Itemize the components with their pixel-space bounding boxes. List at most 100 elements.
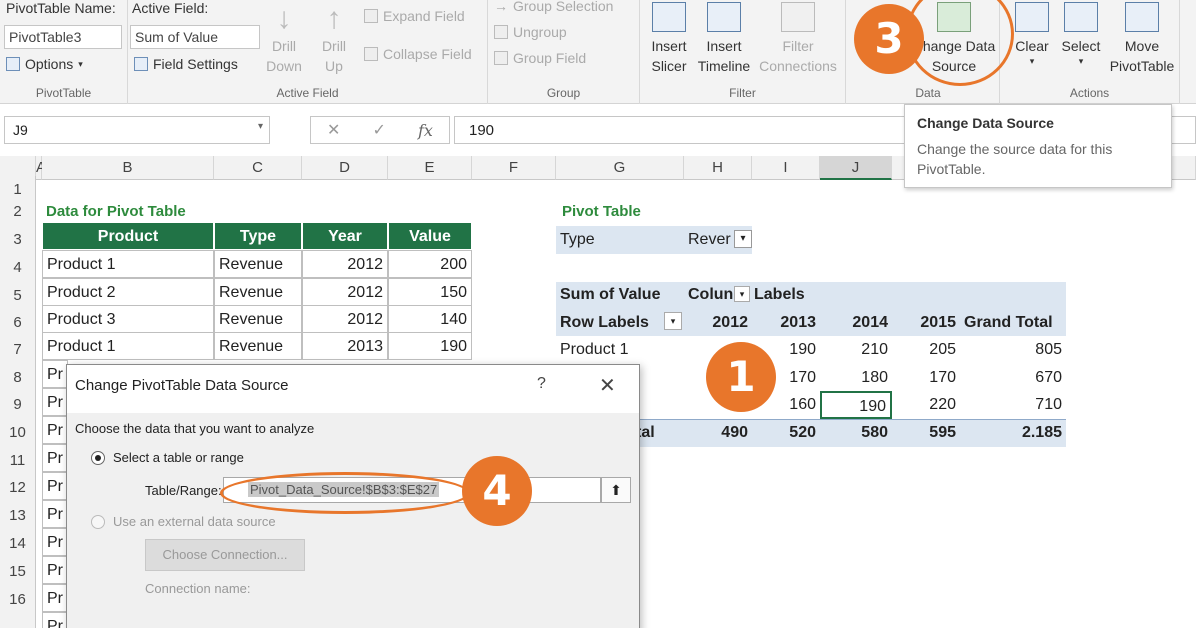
pivot-row-label[interactable]: Product 1	[556, 336, 684, 364]
row-header[interactable]: 7	[0, 336, 36, 364]
column-labels-dropdown-icon[interactable]: ▾	[734, 286, 750, 302]
table-cell[interactable]: Pr	[42, 388, 68, 416]
pivot-year-header[interactable]: 2014	[820, 309, 892, 337]
row-header[interactable]: 3	[0, 226, 36, 254]
table-cell[interactable]: 2012	[302, 250, 388, 278]
header-value[interactable]: Value	[388, 222, 472, 250]
column-header-j[interactable]: J	[820, 156, 892, 180]
table-cell[interactable]: Pr	[42, 612, 68, 628]
ungroup-button[interactable]: Ungroup	[494, 24, 567, 40]
pivot-cell[interactable]: 670	[960, 364, 1066, 392]
close-icon[interactable]: ✕	[599, 373, 616, 398]
column-header-h[interactable]: H	[684, 156, 752, 180]
table-cell[interactable]: 2012	[302, 278, 388, 306]
header-product[interactable]: Product	[42, 222, 214, 250]
table-cell[interactable]: 2013	[302, 332, 388, 360]
group-selection-button[interactable]: → Group Selection	[494, 0, 613, 14]
pivot-sum-label[interactable]: Sum of Value	[556, 281, 684, 309]
row-header[interactable]: 12	[0, 474, 36, 502]
pivot-cell-selected[interactable]: 190	[820, 391, 892, 419]
table-cell[interactable]: Pr	[42, 416, 68, 444]
pivot-cell[interactable]: 205	[892, 336, 960, 364]
pivot-cell[interactable]: 805	[960, 336, 1066, 364]
group-field-button[interactable]: Group Field	[494, 50, 586, 66]
column-header-e[interactable]: E	[388, 156, 472, 180]
table-cell[interactable]: 190	[388, 332, 472, 360]
table-cell[interactable]: Revenue	[214, 305, 302, 333]
table-cell[interactable]: 140	[388, 305, 472, 333]
row-labels-dropdown-icon[interactable]: ▾	[664, 312, 682, 330]
column-header-i[interactable]: I	[752, 156, 820, 180]
move-pivottable-button[interactable]: Move PivotTable	[1106, 0, 1178, 76]
table-cell[interactable]: Product 1	[42, 250, 214, 278]
table-cell[interactable]: 2012	[302, 305, 388, 333]
pivot-cell[interactable]: 220	[892, 391, 960, 419]
column-header-b[interactable]: B	[42, 156, 214, 180]
table-cell[interactable]: Pr	[42, 444, 68, 472]
row-header[interactable]: 9	[0, 391, 36, 419]
pivot-total-cell[interactable]: 595	[892, 419, 960, 447]
pivot-total-cell[interactable]: 490	[684, 419, 752, 447]
pivot-row-labels[interactable]: Row Labels	[556, 309, 656, 337]
radio-table-range-label[interactable]: Select a table or range	[113, 450, 244, 465]
column-header-c[interactable]: C	[214, 156, 302, 180]
filter-dropdown-icon[interactable]: ▾	[734, 230, 752, 248]
drill-down-button[interactable]: ↓ Drill Down	[262, 2, 306, 76]
pivot-filter-label[interactable]: Type	[556, 226, 684, 254]
pivot-column-labels-b[interactable]: Labels	[750, 281, 820, 309]
pivot-cell[interactable]: 210	[820, 336, 892, 364]
active-field-input[interactable]: Sum of Value	[130, 25, 260, 49]
select-button[interactable]: Select ▾	[1058, 0, 1104, 66]
table-cell[interactable]: Pr	[42, 584, 68, 612]
options-button[interactable]: Options ▾	[6, 56, 83, 72]
row-header[interactable]: 5	[0, 282, 36, 310]
filter-connections-button[interactable]: Filter Connections	[752, 0, 844, 76]
drill-up-button[interactable]: ↑ Drill Up	[312, 2, 356, 76]
expand-field-button[interactable]: Expand Field	[364, 8, 465, 24]
pivot-cell[interactable]: 180	[820, 364, 892, 392]
table-cell[interactable]: Pr	[42, 556, 68, 584]
pivot-total-cell[interactable]: 2.185	[960, 419, 1066, 447]
pivot-year-header[interactable]: 2013	[752, 309, 820, 337]
table-cell[interactable]: Revenue	[214, 278, 302, 306]
row-header[interactable]: 2	[0, 198, 36, 226]
insert-slicer-button[interactable]: Insert Slicer	[644, 0, 694, 76]
table-cell[interactable]: 150	[388, 278, 472, 306]
insert-timeline-button[interactable]: Insert Timeline	[696, 0, 752, 76]
table-cell[interactable]: Product 2	[42, 278, 214, 306]
collapse-field-button[interactable]: Collapse Field	[364, 46, 472, 62]
table-cell[interactable]: Revenue	[214, 332, 302, 360]
table-cell[interactable]: Product 1	[42, 332, 214, 360]
radio-external-source-label[interactable]: Use an external data source	[113, 514, 276, 529]
row-header[interactable]: 14	[0, 530, 36, 558]
pivot-column-labels-a[interactable]: Colun	[684, 281, 734, 309]
row-header[interactable]: 11	[0, 447, 36, 475]
help-icon[interactable]: ?	[537, 375, 546, 393]
row-header[interactable]: 16	[0, 586, 36, 628]
header-year[interactable]: Year	[302, 222, 388, 250]
radio-external-source[interactable]	[91, 515, 105, 529]
field-settings-button[interactable]: Field Settings	[134, 56, 238, 72]
table-cell[interactable]: 200	[388, 250, 472, 278]
pivot-total-cell[interactable]: 520	[752, 419, 820, 447]
enter-icon[interactable]: ✓	[373, 120, 386, 140]
insert-function-icon[interactable]: fx	[418, 121, 433, 140]
clear-button[interactable]: Clear ▾	[1010, 0, 1054, 66]
collapse-dialog-button[interactable]: ⬆	[601, 477, 631, 503]
row-header[interactable]: 8	[0, 364, 36, 392]
table-cell[interactable]: Pr	[42, 472, 68, 500]
cancel-icon[interactable]: ✕	[327, 120, 340, 140]
pivottable-name-input[interactable]: PivotTable3	[4, 25, 122, 49]
column-header-g[interactable]: G	[556, 156, 684, 180]
pivot-grand-total-header[interactable]: Grand Total	[960, 309, 1066, 337]
table-cell[interactable]: Pr	[42, 500, 68, 528]
row-header[interactable]: 4	[0, 254, 36, 282]
column-header-d[interactable]: D	[302, 156, 388, 180]
table-cell[interactable]: Revenue	[214, 250, 302, 278]
row-header[interactable]: 15	[0, 558, 36, 586]
choose-connection-button[interactable]: Choose Connection...	[145, 539, 305, 571]
table-cell[interactable]: Pr	[42, 528, 68, 556]
pivot-total-cell[interactable]: 580	[820, 419, 892, 447]
row-header[interactable]: 6	[0, 309, 36, 337]
header-type[interactable]: Type	[214, 222, 302, 250]
